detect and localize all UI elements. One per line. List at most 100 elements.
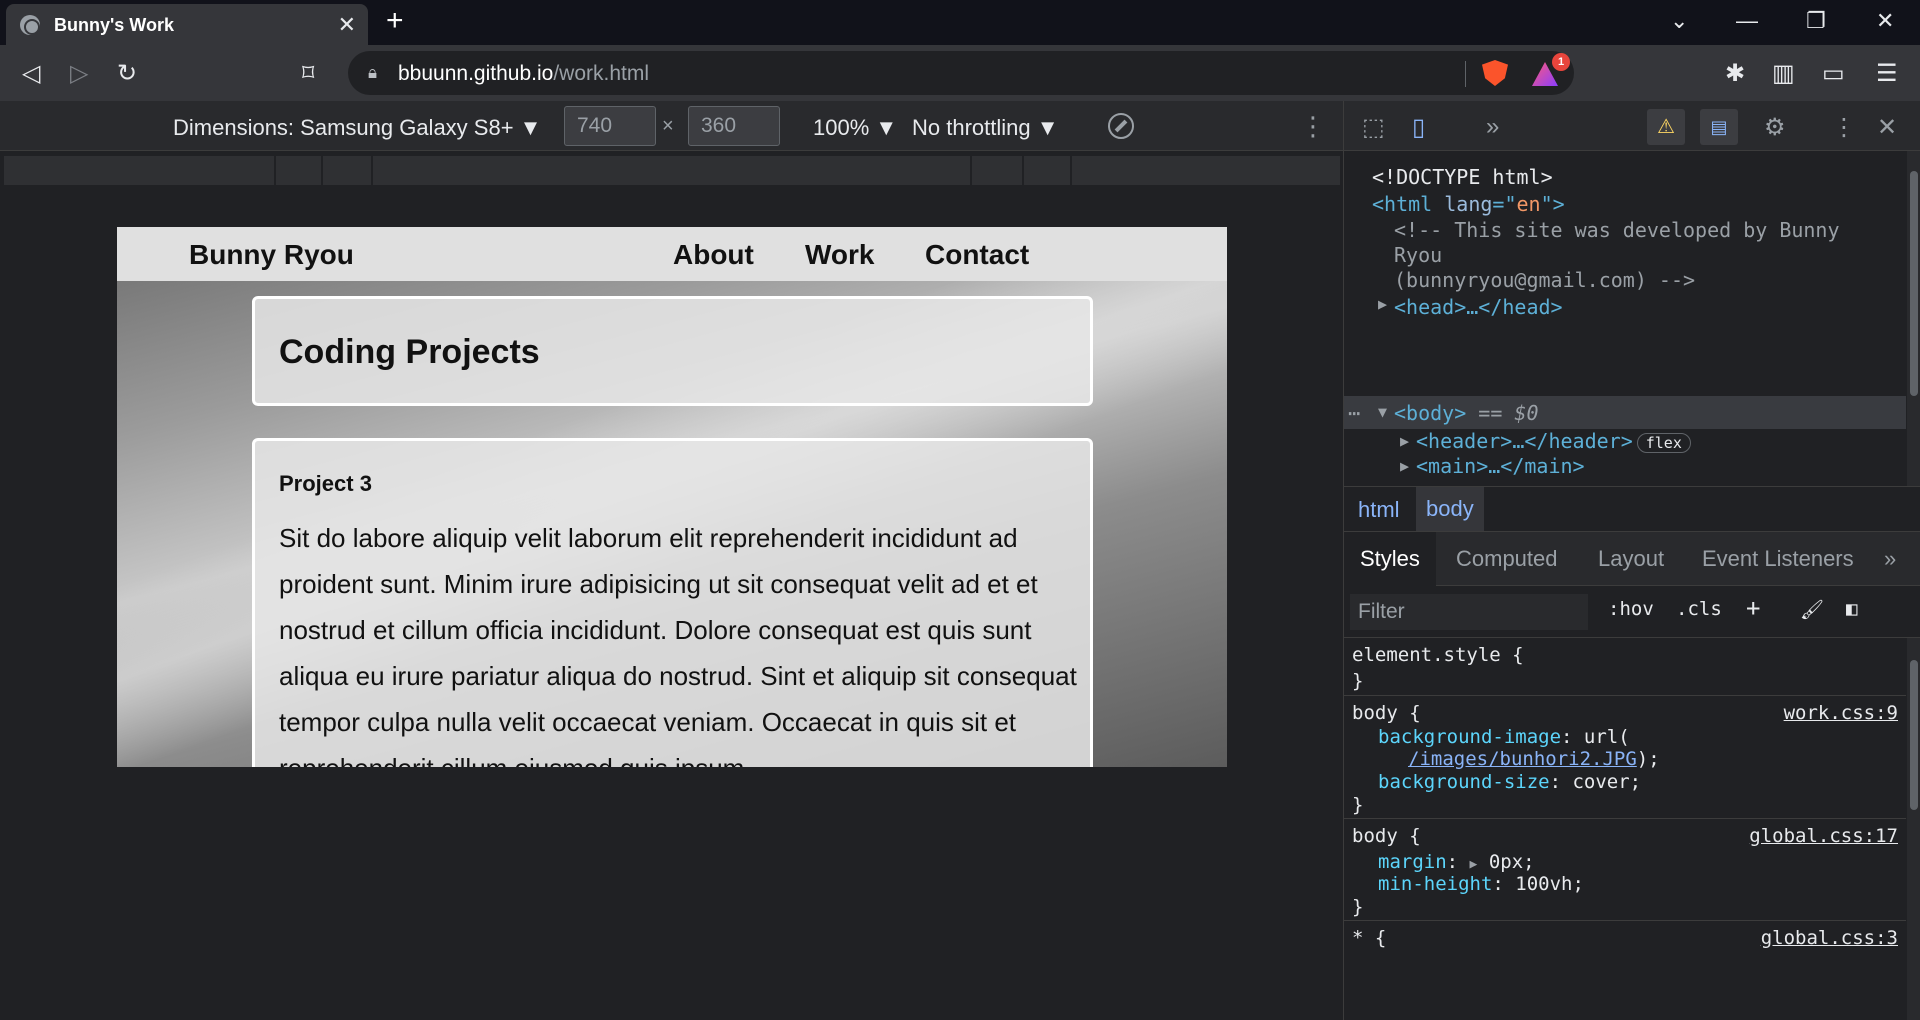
reload-icon[interactable]: ↻ xyxy=(117,59,137,88)
expand-arrow-icon[interactable]: ▶ xyxy=(1400,432,1409,450)
flex-badge[interactable]: flex xyxy=(1636,433,1691,453)
rotate-icon[interactable] xyxy=(1108,113,1134,139)
url-text[interactable]: bbuunn.github.io/work.html xyxy=(398,62,649,86)
style-rule: body { work.css:9 background-image: url(… xyxy=(1344,696,1906,819)
nav-about[interactable]: About xyxy=(673,239,754,271)
brave-shields-icon[interactable] xyxy=(1482,60,1508,86)
paint-icon[interactable]: 🖌︎ xyxy=(1800,598,1824,621)
minimize-icon[interactable]: — xyxy=(1736,8,1758,34)
styles-filter-bar: Filter :hov .cls + 🖌︎ ◧ xyxy=(1344,586,1920,638)
nav-contact[interactable]: Contact xyxy=(925,239,1029,271)
style-rule: body { global.css:17 margin: ▶ 0px; min-… xyxy=(1344,819,1906,921)
source-link[interactable]: global.css:3 xyxy=(1761,927,1898,949)
tab-layout[interactable]: Layout xyxy=(1598,546,1664,572)
gear-icon[interactable]: ⚙ xyxy=(1764,113,1786,142)
zoom-select[interactable]: 100% ▼ xyxy=(813,115,897,141)
device-dimensions-select[interactable]: Dimensions: Samsung Galaxy S8+ ▼ xyxy=(173,115,541,141)
style-rule: element.style { } xyxy=(1344,638,1906,696)
more-tabs-icon[interactable]: » xyxy=(1884,546,1896,572)
media-query-segment[interactable] xyxy=(323,156,373,185)
site-brand[interactable]: Bunny Ryou xyxy=(189,239,354,271)
media-query-segment[interactable] xyxy=(1024,156,1072,185)
height-input[interactable]: 360 xyxy=(688,106,780,146)
address-bar[interactable]: 🔒︎ bbuunn.github.io/work.html 1 xyxy=(348,51,1574,95)
devtools-toolbar: ⬚ ▯ » ⚠ ▤ ⚙ ⋮ ✕ xyxy=(1344,101,1920,151)
browser-toolbar: ◁ ▷ ↻ ⌑ 🔒︎ bbuunn.github.io/work.html 1 … xyxy=(0,45,1920,101)
rule-selector[interactable]: body { xyxy=(1352,825,1421,847)
throttling-select[interactable]: No throttling ▼ xyxy=(912,115,1059,141)
tab-close-icon[interactable]: ✕ xyxy=(338,12,356,38)
media-query-segment[interactable] xyxy=(4,156,276,185)
width-input[interactable]: 740 xyxy=(564,106,656,146)
sidebar-toggle-icon[interactable]: ◧ xyxy=(1846,598,1857,620)
css-declaration[interactable]: background-image: url( xyxy=(1378,726,1630,748)
header-node[interactable]: <header>…</header> flex xyxy=(1416,429,1691,453)
tab-active[interactable]: Bunny's Work ✕ xyxy=(6,4,368,45)
collapse-arrow-icon[interactable]: ▼ xyxy=(1378,403,1387,421)
more-tabs-icon[interactable]: » xyxy=(1486,113,1499,141)
cls-toggle[interactable]: .cls xyxy=(1676,598,1722,620)
comment-node[interactable]: (bunnyryou@gmail.com) --> xyxy=(1394,268,1695,292)
css-declaration[interactable]: margin: ▶ 0px; xyxy=(1378,851,1535,873)
new-tab-button[interactable]: + xyxy=(386,4,404,38)
sidebar-icon[interactable]: ▥ xyxy=(1772,59,1795,88)
tab-search-icon[interactable]: ⌄ xyxy=(1670,8,1688,34)
ellipsis-icon[interactable]: ⋯ xyxy=(1348,401,1360,425)
tab-event-listeners[interactable]: Event Listeners xyxy=(1702,546,1854,572)
source-link[interactable]: global.css:17 xyxy=(1749,825,1898,847)
device-toggle-icon[interactable]: ▯ xyxy=(1412,113,1425,142)
back-icon[interactable]: ◁ xyxy=(22,59,40,88)
media-query-segment[interactable] xyxy=(972,156,1024,185)
rule-selector[interactable]: body { xyxy=(1352,702,1421,724)
css-declaration[interactable]: min-height: 100vh; xyxy=(1378,873,1584,895)
lock-icon[interactable]: 🔒︎ xyxy=(368,63,377,83)
body-node[interactable]: <body> == $0 xyxy=(1394,401,1539,425)
head-node[interactable]: <head>…</head> xyxy=(1394,295,1563,319)
source-link[interactable]: work.css:9 xyxy=(1784,702,1898,724)
filter-input[interactable]: Filter xyxy=(1350,594,1588,630)
nav-work[interactable]: Work xyxy=(805,239,875,271)
extensions-icon[interactable]: ✱ xyxy=(1725,59,1745,88)
tab-strip: Bunny's Work ✕ + ⌄ — ❐ ✕ xyxy=(0,0,1920,45)
warning-icon[interactable]: ⚠ xyxy=(1647,109,1685,145)
rule-selector[interactable]: * { xyxy=(1352,927,1386,949)
expand-arrow-icon[interactable]: ▶ xyxy=(1400,457,1409,475)
messages-icon[interactable]: ▤ xyxy=(1700,109,1738,145)
breadcrumb-html[interactable]: html xyxy=(1358,497,1400,523)
media-query-segment[interactable] xyxy=(373,156,972,185)
scroll-thumb[interactable] xyxy=(1910,171,1918,396)
main-node[interactable]: <main>…</main> xyxy=(1416,454,1585,478)
styles-tabs: Styles Computed Layout Event Listeners » xyxy=(1344,532,1920,586)
elements-scrollbar[interactable] xyxy=(1907,151,1920,486)
css-url[interactable]: /images/bunhori2.JPG); xyxy=(1408,748,1660,770)
media-query-segment[interactable] xyxy=(276,156,323,185)
tab-computed[interactable]: Computed xyxy=(1456,546,1558,572)
menu-icon[interactable]: ☰ xyxy=(1876,59,1898,88)
bookmark-icon[interactable]: ⌑ xyxy=(302,59,314,88)
kebab-icon[interactable]: ⋮ xyxy=(1832,113,1856,142)
comment-node[interactable]: <!-- This site was developed by Bunny xyxy=(1394,218,1840,242)
comment-node[interactable]: Ryou xyxy=(1394,243,1442,267)
tab-styles[interactable]: Styles xyxy=(1344,532,1436,586)
new-rule-button[interactable]: + xyxy=(1746,594,1760,622)
styles-scrollbar[interactable] xyxy=(1907,638,1920,1020)
close-devtools-icon[interactable]: ✕ xyxy=(1877,113,1897,142)
doctype-node[interactable]: <!DOCTYPE html> xyxy=(1372,165,1553,189)
wallet-icon[interactable]: ▭ xyxy=(1822,59,1845,88)
restore-icon[interactable]: ❐ xyxy=(1806,8,1826,34)
hov-toggle[interactable]: :hov xyxy=(1608,598,1654,620)
expand-arrow-icon[interactable]: ▶ xyxy=(1378,295,1387,313)
close-window-icon[interactable]: ✕ xyxy=(1876,8,1894,34)
styles-pane: element.style { } body { work.css:9 back… xyxy=(1344,638,1906,1020)
more-options-icon[interactable]: ⋮ xyxy=(1300,111,1326,142)
inspect-icon[interactable]: ⬚ xyxy=(1362,113,1385,142)
media-query-bar[interactable] xyxy=(4,156,1340,185)
html-node[interactable]: <html lang="en"> xyxy=(1372,192,1565,216)
forward-icon[interactable]: ▷ xyxy=(70,59,88,88)
tab-title: Bunny's Work xyxy=(54,15,174,35)
element-style-selector[interactable]: element.style { xyxy=(1352,644,1524,666)
breadcrumb-body[interactable]: body xyxy=(1416,487,1484,531)
scroll-thumb[interactable] xyxy=(1910,660,1918,810)
css-declaration[interactable]: background-size: cover; xyxy=(1378,771,1641,793)
site-header: Bunny Ryou About Work Contact xyxy=(117,227,1227,281)
